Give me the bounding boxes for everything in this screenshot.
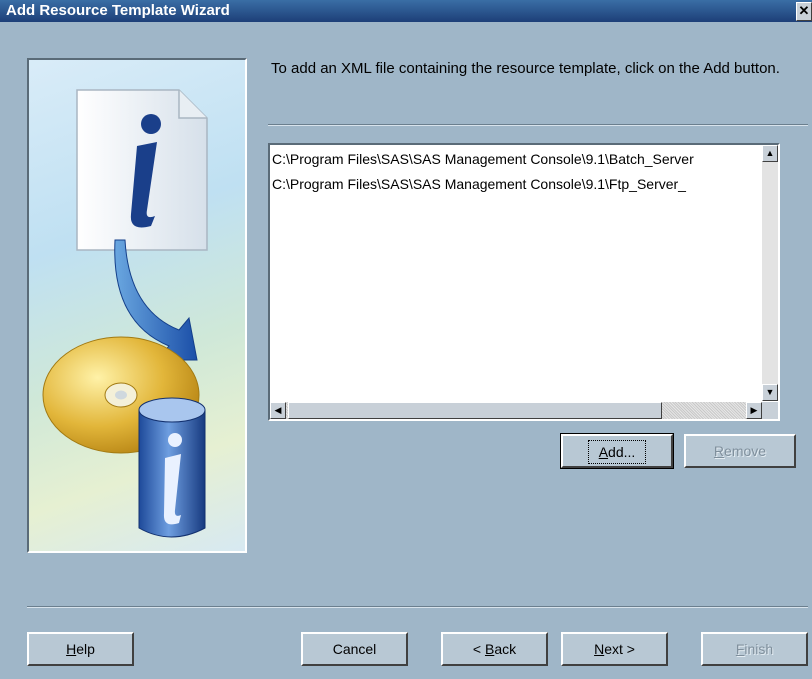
vertical-scrollbar[interactable]: ▲ ▼ xyxy=(762,145,778,401)
illustration-svg xyxy=(42,89,208,538)
arrow-right-icon: ▶ xyxy=(750,405,758,415)
database-info-icon xyxy=(138,397,206,538)
title-bar: Add Resource Template Wizard ✕ xyxy=(0,0,812,22)
cancel-button[interactable]: Cancel xyxy=(301,632,408,666)
template-file-list[interactable]: C:\Program Files\SAS\SAS Management Cons… xyxy=(268,143,780,421)
remove-button[interactable]: Remove xyxy=(684,434,796,468)
close-icon: ✕ xyxy=(798,3,810,18)
add-button[interactable]: Add... xyxy=(560,433,674,469)
document-info-icon xyxy=(76,89,208,251)
wizard-illustration xyxy=(27,58,247,553)
scroll-left-button[interactable]: ◀ xyxy=(270,402,286,419)
window-title: Add Resource Template Wizard xyxy=(6,2,230,19)
horizontal-scroll-thumb[interactable] xyxy=(288,402,662,419)
next-button[interactable]: Next > xyxy=(561,632,668,666)
list-item[interactable]: C:\Program Files\SAS\SAS Management Cons… xyxy=(272,147,762,172)
instruction-text: To add an XML file containing the resour… xyxy=(271,60,780,77)
scroll-down-button[interactable]: ▼ xyxy=(762,384,778,401)
footer-separator xyxy=(27,606,808,608)
list-item[interactable]: C:\Program Files\SAS\SAS Management Cons… xyxy=(272,172,762,197)
arrow-up-icon: ▲ xyxy=(765,148,775,158)
scroll-up-button[interactable]: ▲ xyxy=(762,145,778,162)
scroll-corner xyxy=(762,402,778,419)
file-list-items: C:\Program Files\SAS\SAS Management Cons… xyxy=(272,147,762,197)
arrow-left-icon: ◀ xyxy=(274,405,282,415)
back-button[interactable]: < Back xyxy=(441,632,548,666)
close-button[interactable]: ✕ xyxy=(796,2,812,21)
finish-button[interactable]: Finish xyxy=(701,632,808,666)
header-separator xyxy=(268,124,808,126)
arrow-down-icon: ▼ xyxy=(765,387,775,397)
help-button[interactable]: Help xyxy=(27,632,134,666)
scroll-right-button[interactable]: ▶ xyxy=(746,402,762,419)
horizontal-scrollbar[interactable]: ◀ ▶ xyxy=(270,402,762,419)
